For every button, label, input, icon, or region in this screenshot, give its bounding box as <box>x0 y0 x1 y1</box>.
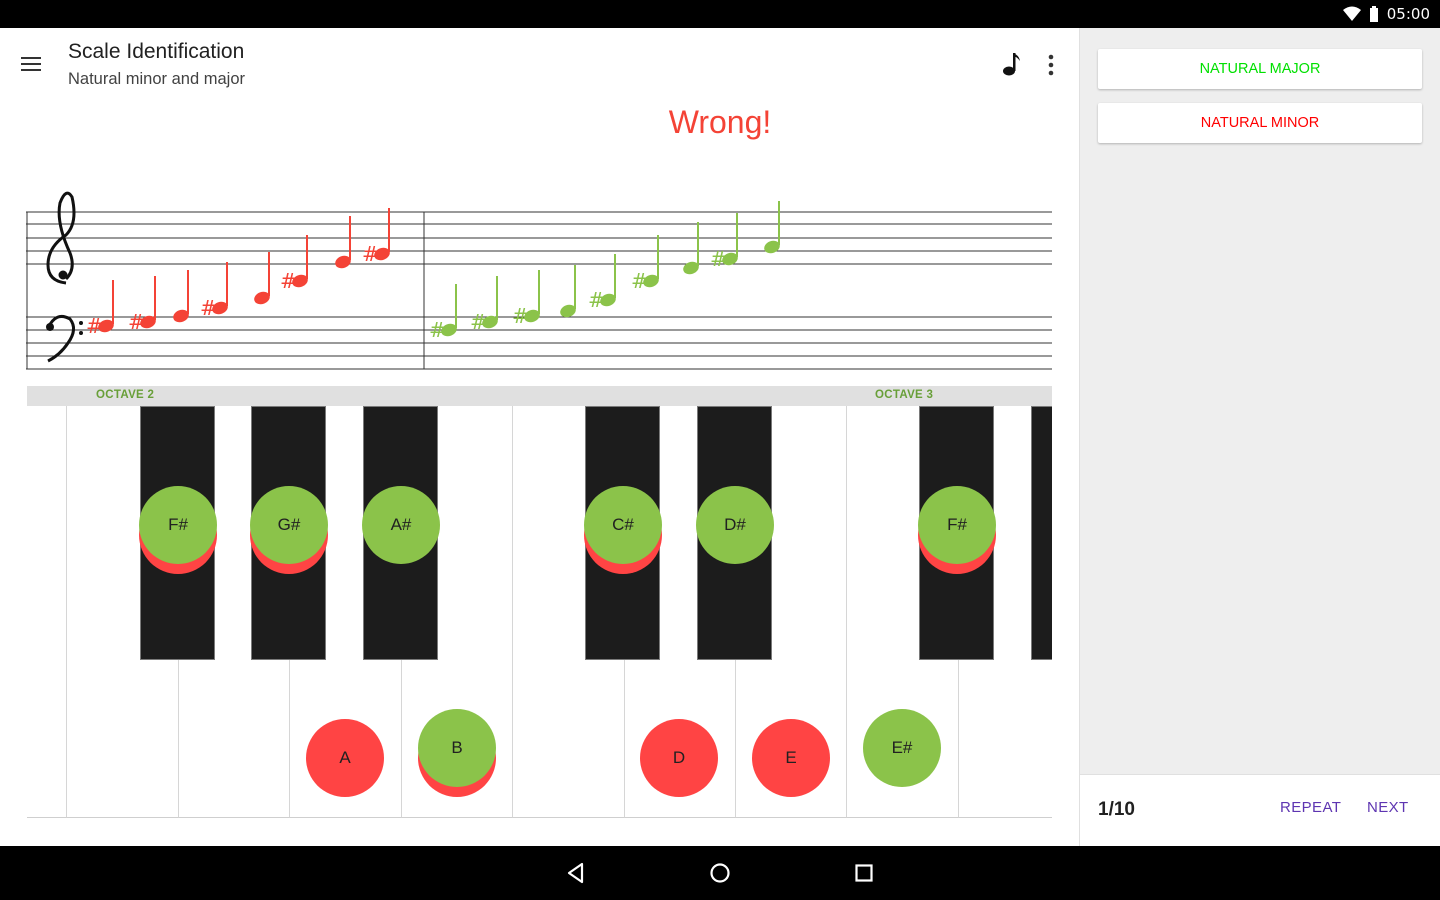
app-subtitle: Natural minor and major <box>68 70 245 88</box>
progress-counter: 1/10 <box>1098 799 1135 820</box>
piano-keyboard: F# G# A# C# D# F# A B D E E# <box>27 406 1052 819</box>
battery-icon <box>1369 6 1378 22</box>
piano-area: OCTAVE 2 OCTAVE 3 F# G# A# C# D# F# A B … <box>27 386 1052 820</box>
octave-label: OCTAVE 3 <box>875 389 934 401</box>
black-key[interactable] <box>1031 406 1052 660</box>
bass-clef-icon <box>46 315 83 363</box>
note-marker: D# <box>696 486 774 564</box>
status-time: 05:00 <box>1386 5 1430 23</box>
note-marker: G# <box>250 486 328 564</box>
choice-label: NATURAL MAJOR <box>1199 61 1321 77</box>
natural-major-button[interactable]: NATURAL MAJOR <box>1098 49 1422 89</box>
note-marker: A <box>306 719 384 797</box>
octave-label: OCTAVE 2 <box>96 389 155 401</box>
home-icon[interactable] <box>706 859 734 887</box>
more-vert-icon[interactable] <box>1040 52 1062 78</box>
main-panel: Scale Identification Natural minor and m… <box>0 28 1079 846</box>
octave-bar: OCTAVE 2 OCTAVE 3 <box>27 386 1052 406</box>
note-marker: E# <box>863 709 941 787</box>
natural-minor-button[interactable]: NATURAL MINOR <box>1098 103 1422 143</box>
note-marker: F# <box>139 486 217 564</box>
note-marker: B <box>418 709 496 787</box>
white-key[interactable] <box>27 406 66 818</box>
note-marker: F# <box>918 486 996 564</box>
note-marker: C# <box>584 486 662 564</box>
grand-staff: # ##### # #### <box>26 191 1052 370</box>
repeat-button[interactable]: REPEAT <box>1280 799 1341 816</box>
status-icons: 05:00 <box>1342 0 1430 28</box>
next-button[interactable]: NEXT <box>1367 799 1409 816</box>
note-marker: A# <box>362 486 440 564</box>
quiz-footer: 1/10 REPEAT NEXT <box>1080 774 1440 847</box>
note-marker: D <box>640 719 718 797</box>
back-icon[interactable] <box>562 859 590 887</box>
music-note-icon[interactable] <box>1000 50 1024 78</box>
recents-icon[interactable] <box>850 859 878 887</box>
note-marker: E <box>752 719 830 797</box>
result-text: Wrong! <box>668 104 772 140</box>
choice-label: NATURAL MINOR <box>1200 115 1320 131</box>
navigation-bar <box>0 846 1440 900</box>
menu-icon[interactable] <box>18 52 46 76</box>
app-title: Scale Identification <box>68 40 245 63</box>
wifi-icon <box>1342 6 1361 21</box>
answer-panel: NATURAL MAJOR NATURAL MINOR 1/10 REPEAT … <box>1079 28 1440 847</box>
status-bar: 05:00 <box>0 0 1440 28</box>
